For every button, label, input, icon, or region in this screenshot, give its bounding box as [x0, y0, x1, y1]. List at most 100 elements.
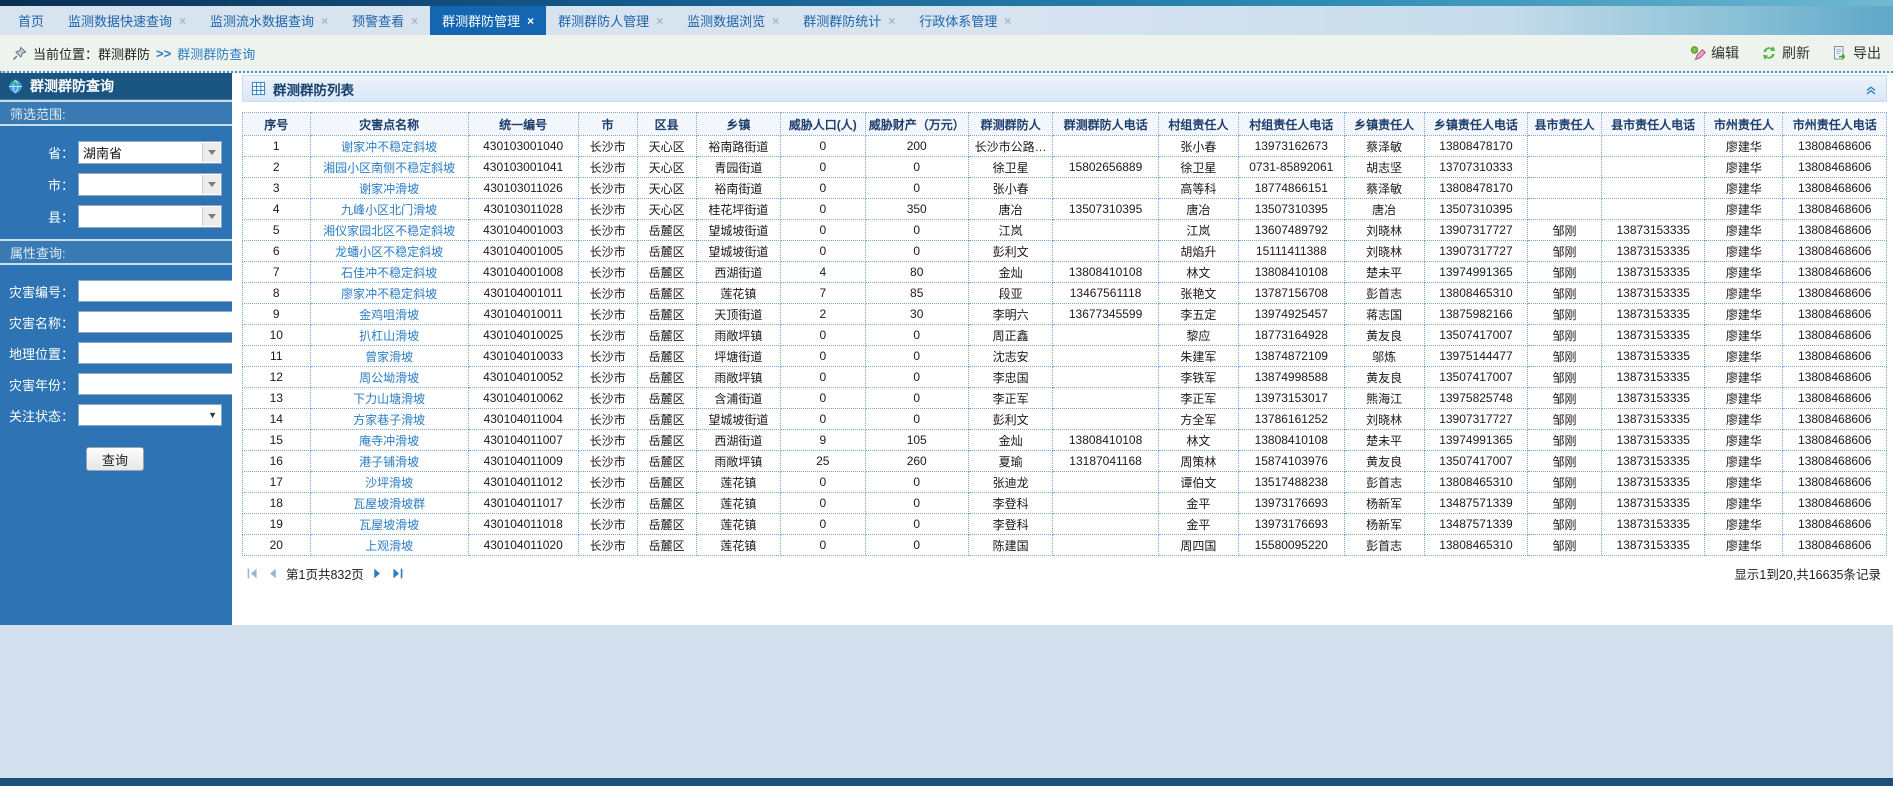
tab-close-icon[interactable]: × [656, 15, 663, 27]
export-button[interactable]: 导出 [1832, 43, 1881, 63]
column-header[interactable]: 群测群防人电话 [1053, 113, 1159, 136]
disaster-link[interactable]: 港子铺滑坡 [359, 455, 419, 469]
refresh-button[interactable]: 刷新 [1761, 43, 1810, 63]
column-header[interactable]: 市 [578, 113, 637, 136]
column-header[interactable]: 区县 [637, 113, 696, 136]
disaster-name-cell[interactable]: 扒杠山滑坡 [310, 325, 468, 346]
disaster-link[interactable]: 九峰小区北门滑坡 [341, 203, 437, 217]
county-select[interactable] [78, 205, 222, 228]
disaster-link[interactable]: 周公坳滑坡 [359, 371, 419, 385]
cell [1601, 178, 1704, 199]
chevron-down-icon[interactable] [202, 207, 220, 226]
disaster-name-cell[interactable]: 龙蟠小区不稳定斜坡 [310, 241, 468, 262]
cell: 江岚 [968, 220, 1052, 241]
status-select[interactable]: ▼ [78, 404, 222, 426]
tab-close-icon[interactable]: × [321, 15, 328, 27]
cell: 13907317727 [1424, 409, 1527, 430]
column-header[interactable]: 市州责任人 [1705, 113, 1783, 136]
disaster-name-cell[interactable]: 瓦屋坡滑坡群 [310, 493, 468, 514]
city-select[interactable] [78, 173, 222, 196]
column-header[interactable]: 村组责任人 [1158, 113, 1238, 136]
column-header[interactable]: 村组责任人电话 [1239, 113, 1345, 136]
disaster-link[interactable]: 上观滑坡 [365, 539, 413, 553]
cell: 13874872109 [1239, 346, 1345, 367]
tab-预警查看[interactable]: 预警查看× [340, 6, 430, 35]
disaster-name-cell[interactable]: 九峰小区北门滑坡 [310, 199, 468, 220]
disaster-name-cell[interactable]: 方家巷子滑坡 [310, 409, 468, 430]
disaster-link[interactable]: 方家巷子滑坡 [353, 413, 425, 427]
column-header[interactable]: 县市责任人 [1528, 113, 1602, 136]
disaster-name-cell[interactable]: 石佳冲不稳定斜坡 [310, 262, 468, 283]
column-header[interactable]: 县市责任人电话 [1601, 113, 1704, 136]
disaster-name-cell[interactable]: 周公坳滑坡 [310, 367, 468, 388]
chevron-down-icon[interactable] [202, 175, 220, 194]
disaster-link[interactable]: 曾家滑坡 [365, 350, 413, 364]
chevron-down-icon[interactable] [202, 143, 220, 162]
tab-首页[interactable]: 首页 [6, 6, 56, 35]
disaster-name-cell[interactable]: 港子铺滑坡 [310, 451, 468, 472]
disaster-link[interactable]: 龙蟠小区不稳定斜坡 [335, 245, 443, 259]
disaster-name-cell[interactable]: 上观滑坡 [310, 535, 468, 556]
column-header[interactable]: 市州责任人电话 [1783, 113, 1887, 136]
tab-close-icon[interactable]: × [411, 15, 418, 27]
disaster-link[interactable]: 下力山塘滑坡 [353, 392, 425, 406]
disaster-name-cell[interactable]: 湘园小区南侧不稳定斜坡 [310, 157, 468, 178]
disaster-link[interactable]: 湘仪家园北区不稳定斜坡 [323, 224, 455, 238]
column-header[interactable]: 序号 [243, 113, 311, 136]
first-page-icon[interactable] [246, 567, 259, 580]
tab-行政体系管理[interactable]: 行政体系管理× [907, 6, 1023, 35]
collapse-panel-icon[interactable] [1864, 82, 1878, 96]
disaster-name-cell[interactable]: 谢家冲滑坡 [310, 178, 468, 199]
province-select[interactable]: 湖南省 [78, 141, 222, 164]
tab-监测数据浏览[interactable]: 监测数据浏览× [675, 6, 791, 35]
next-page-icon[interactable] [371, 567, 384, 580]
cell: 长沙市 [578, 430, 637, 451]
column-header[interactable]: 乡镇 [696, 113, 780, 136]
column-header[interactable]: 灾害点名称 [310, 113, 468, 136]
tab-群测群防人管理[interactable]: 群测群防人管理× [546, 6, 675, 35]
disaster-name-cell[interactable]: 廖家冲不稳定斜坡 [310, 283, 468, 304]
disaster-name-cell[interactable]: 沙坪滑坡 [310, 472, 468, 493]
last-page-icon[interactable] [391, 567, 404, 580]
disaster-link[interactable]: 庵寺冲滑坡 [359, 434, 419, 448]
edit-button[interactable]: 编辑 [1690, 43, 1739, 63]
column-header[interactable]: 乡镇责任人 [1344, 113, 1424, 136]
column-header[interactable]: 群测群防人 [968, 113, 1052, 136]
tab-close-icon[interactable]: × [179, 15, 186, 27]
disaster-link[interactable]: 瓦屋坡滑坡 [359, 518, 419, 532]
disaster-link[interactable]: 扒杠山滑坡 [359, 329, 419, 343]
breadcrumb-current-link[interactable]: 群测群防查询 [177, 44, 255, 63]
cell: 0 [781, 241, 865, 262]
disaster-link[interactable]: 谢家冲不稳定斜坡 [341, 140, 437, 154]
tab-close-icon[interactable]: × [888, 15, 895, 27]
disaster-link[interactable]: 廖家冲不稳定斜坡 [341, 287, 437, 301]
tab-close-icon[interactable]: × [772, 15, 779, 27]
search-button[interactable]: 查询 [86, 447, 144, 471]
column-header[interactable]: 统一编号 [468, 113, 578, 136]
disaster-name-cell[interactable]: 瓦屋坡滑坡 [310, 514, 468, 535]
tab-监测数据快速查询[interactable]: 监测数据快速查询× [56, 6, 198, 35]
disaster-link[interactable]: 沙坪滑坡 [365, 476, 413, 490]
tab-群测群防管理[interactable]: 群测群防管理× [430, 6, 546, 35]
disaster-link[interactable]: 谢家冲滑坡 [359, 182, 419, 196]
disaster-link[interactable]: 湘园小区南侧不稳定斜坡 [323, 161, 455, 175]
disaster-link[interactable]: 石佳冲不稳定斜坡 [341, 266, 437, 280]
disaster-name-cell[interactable]: 下力山塘滑坡 [310, 388, 468, 409]
cell: 0 [865, 493, 968, 514]
prev-page-icon[interactable] [266, 567, 279, 580]
column-header[interactable]: 威胁财产（万元） [865, 113, 968, 136]
tab-群测群防统计[interactable]: 群测群防统计× [791, 6, 907, 35]
disaster-name-cell[interactable]: 金鸡咀滑坡 [310, 304, 468, 325]
tab-close-icon[interactable]: × [527, 15, 534, 27]
disaster-name-cell[interactable]: 湘仪家园北区不稳定斜坡 [310, 220, 468, 241]
disaster-name-cell[interactable]: 庵寺冲滑坡 [310, 430, 468, 451]
disaster-link[interactable]: 金鸡咀滑坡 [359, 308, 419, 322]
cell: 0 [865, 409, 968, 430]
column-header[interactable]: 乡镇责任人电话 [1424, 113, 1527, 136]
disaster-name-cell[interactable]: 曾家滑坡 [310, 346, 468, 367]
disaster-name-cell[interactable]: 谢家冲不稳定斜坡 [310, 136, 468, 157]
disaster-link[interactable]: 瓦屋坡滑坡群 [353, 497, 425, 511]
tab-close-icon[interactable]: × [1004, 15, 1011, 27]
column-header[interactable]: 威胁人口(人) [781, 113, 865, 136]
tab-监测流水数据查询[interactable]: 监测流水数据查询× [198, 6, 340, 35]
